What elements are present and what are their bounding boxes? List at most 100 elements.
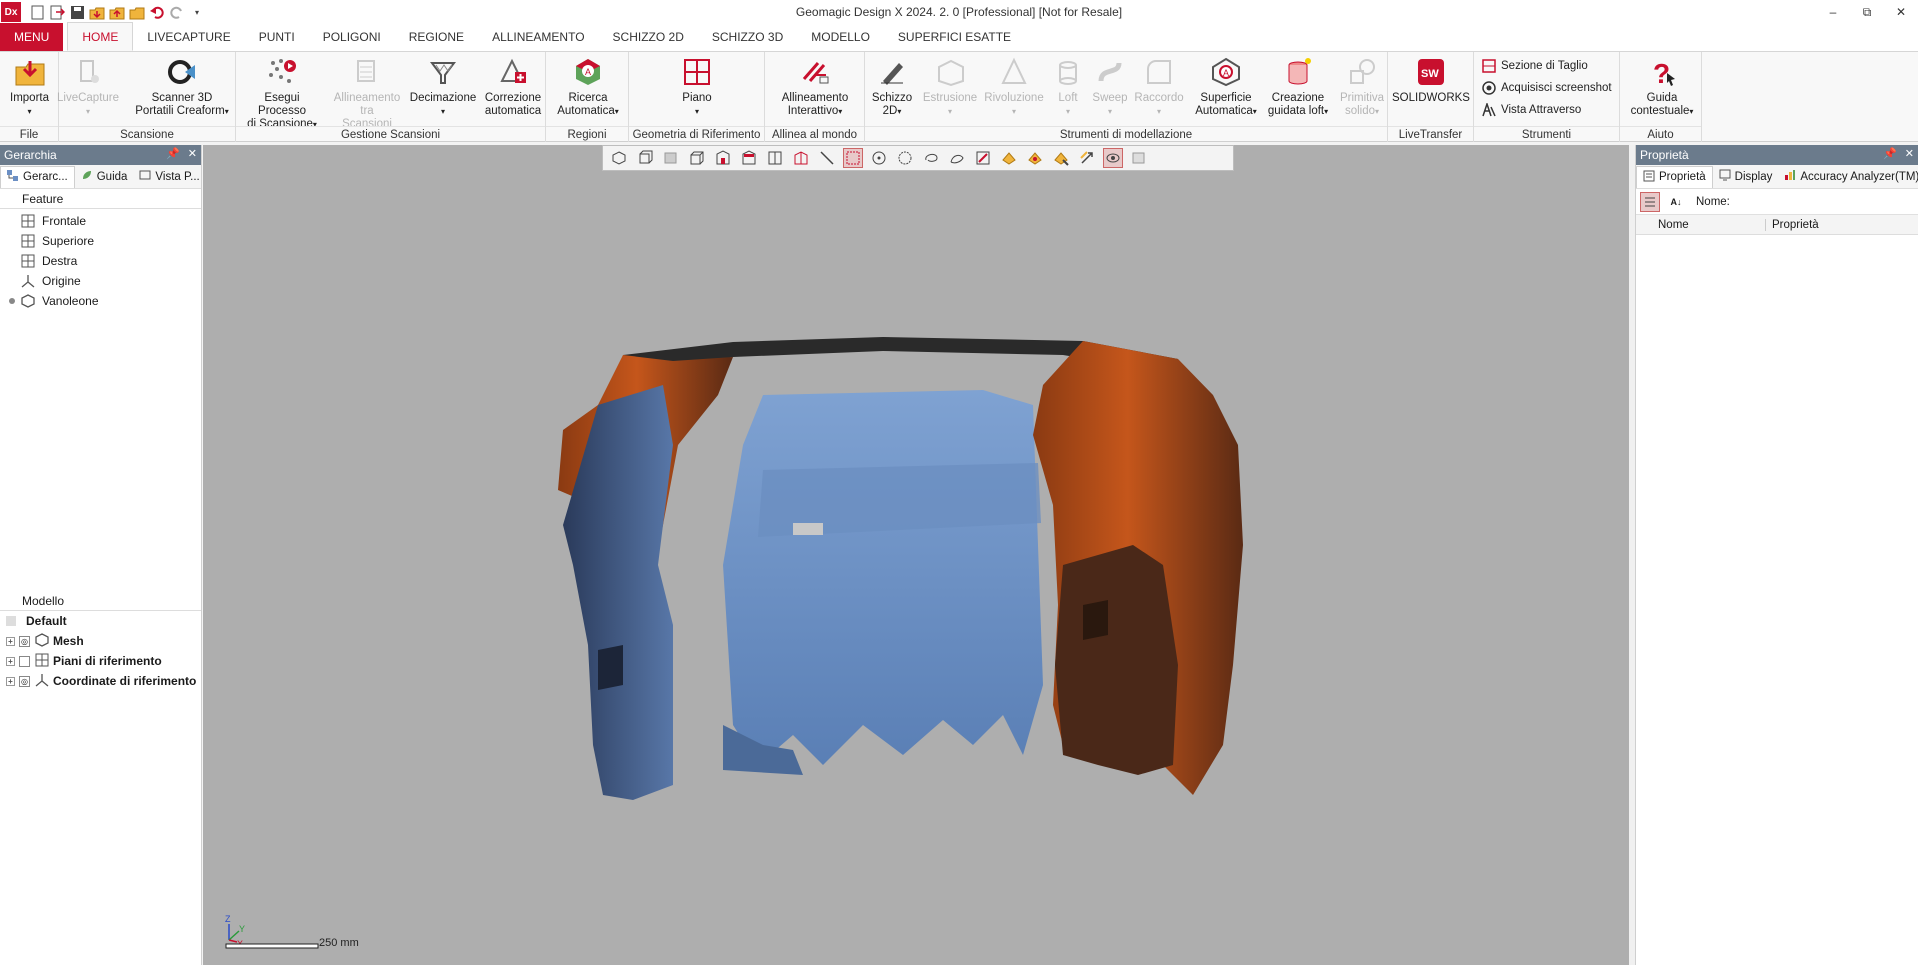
expand-icon[interactable]: + — [6, 636, 15, 646]
import-icon — [14, 56, 46, 88]
undo-icon[interactable] — [149, 4, 165, 20]
decimazione-button[interactable]: Decimazione ▾ — [410, 56, 476, 118]
tab-gerarchia[interactable]: Gerarc... — [0, 165, 75, 188]
tree-item-vanoleone[interactable]: Vanoleone — [4, 291, 201, 311]
rivoluzione-button[interactable]: Rivoluzione ▾ — [983, 56, 1045, 118]
tab-vista-p[interactable]: Vista P... — [133, 166, 205, 188]
esegui-processo-button[interactable]: Esegui Processo di Scansione▾ — [242, 56, 322, 131]
loft-button[interactable]: Loft ▾ — [1051, 56, 1085, 118]
group-label-gestione: Gestione Scansioni — [236, 126, 545, 142]
window-controls: – ⧉ ✕ — [1816, 0, 1918, 24]
tab-guida[interactable]: Guida — [75, 166, 134, 188]
tree-item-superiore[interactable]: Superiore — [20, 231, 201, 251]
expand-icon[interactable]: + — [6, 676, 15, 686]
schizzo-2d-button[interactable]: Schizzo 2D▾ — [869, 56, 915, 118]
vista-attraverso-button[interactable]: Vista Attraverso — [1482, 103, 1581, 117]
mesh-render[interactable] — [203, 145, 1629, 965]
tree-item-frontale[interactable]: Frontale — [20, 211, 201, 231]
open-icon[interactable] — [49, 4, 65, 20]
plane-icon — [681, 56, 713, 88]
hierarchy-tabs: Gerarc... Guida Vista P... — [0, 165, 201, 189]
model-item-coordinate[interactable]: + ◎ Coordinate di riferimento — [0, 671, 201, 691]
plane-icon — [20, 233, 36, 249]
scale-bar-graphic — [225, 943, 319, 949]
raccordo-button[interactable]: Raccordo ▾ — [1133, 56, 1185, 118]
superficie-automatica-button[interactable]: A Superficie Automatica▾ — [1191, 56, 1261, 118]
estrusione-button[interactable]: Estrusione ▾ — [921, 56, 979, 118]
tab-livecapture[interactable]: LIVECAPTURE — [133, 23, 244, 51]
ribbon: Importa ▾ File LiveCapture ▾ Scanner 3D Po… — [0, 52, 1918, 142]
tab-schizzo-3d[interactable]: SCHIZZO 3D — [698, 23, 797, 51]
scan-alignment-icon — [351, 56, 383, 88]
expand-icon[interactable]: + — [6, 656, 15, 666]
group-gestione-scansioni: Esegui Processo di Scansione▾ Allineamen… — [236, 52, 546, 142]
customize-icon[interactable]: ▾ — [189, 4, 205, 20]
name-label: Nome: — [1696, 195, 1730, 208]
group-livetransfer: SW SOLIDWORKS LiveTransfer — [1388, 52, 1474, 142]
guida-contestuale-button[interactable]: ? Guida contestuale▾ — [1626, 56, 1698, 118]
tab-superfici-esatte[interactable]: SUPERFICI ESATTE — [884, 23, 1025, 51]
categorized-view-icon[interactable] — [1640, 191, 1660, 212]
tree-item-origine[interactable]: Origine — [20, 271, 201, 291]
minimize-icon[interactable]: – — [1816, 0, 1850, 24]
tab-punti[interactable]: PUNTI — [245, 23, 309, 51]
acquisisci-screenshot-button[interactable]: Acquisisci screenshot — [1482, 81, 1612, 95]
model-item-piani[interactable]: + Piani di riferimento — [0, 651, 201, 671]
context-help-icon: ? — [1646, 56, 1678, 88]
hierarchy-panel: Gerarchia 📌 ✕ Gerarc... Guida Vista P... … — [0, 145, 202, 965]
restore-icon[interactable]: ⧉ — [1850, 0, 1884, 24]
properties-panel-header: Proprietà 📌 ✕ — [1636, 145, 1918, 165]
primitiva-solido-button[interactable]: Primitiva solido▾ — [1337, 56, 1387, 118]
save-icon[interactable] — [69, 4, 85, 20]
mesh-icon — [35, 632, 49, 650]
close-icon[interactable]: ✕ — [1884, 0, 1918, 24]
import-icon[interactable] — [89, 4, 105, 20]
tab-schizzo-2d[interactable]: SCHIZZO 2D — [599, 23, 698, 51]
importa-button[interactable]: Importa ▾ — [10, 56, 49, 118]
solidworks-icon: SW — [1415, 56, 1447, 88]
tab-allineamento[interactable]: ALLINEAMENTO — [478, 23, 598, 51]
piano-button[interactable]: Piano ▾ — [679, 56, 715, 118]
close-icon[interactable]: ✕ — [188, 147, 197, 160]
tab-accuracy-analyzer[interactable]: Accuracy Analyzer(TM) — [1778, 166, 1918, 188]
model-item-mesh[interactable]: + ◎ Mesh — [0, 631, 201, 651]
auto-surface-icon: A — [1210, 56, 1242, 88]
sort-az-icon[interactable]: A↓ — [1666, 192, 1686, 212]
group-label-strumenti: Strumenti — [1474, 126, 1619, 142]
3d-viewport[interactable]: Z Y X 250 mm — [203, 145, 1629, 965]
tab-menu[interactable]: MENU — [0, 23, 64, 51]
scanner-creaform-button[interactable]: Scanner 3D Portatili Creaform▾ — [129, 56, 235, 118]
visibility-toggle[interactable]: ◎ — [19, 675, 30, 687]
export-icon[interactable] — [109, 4, 125, 20]
tree-icon — [7, 169, 19, 185]
pin-icon[interactable]: 📌 — [1883, 147, 1897, 160]
redo-icon[interactable] — [169, 4, 185, 20]
close-icon[interactable]: ✕ — [1905, 147, 1914, 160]
new-file-icon[interactable] — [29, 4, 45, 20]
tab-proprieta[interactable]: Proprietà — [1636, 165, 1713, 188]
ricerca-automatica-button[interactable]: A Ricerca Automatica▾ — [552, 56, 624, 118]
allineamento-scansioni-button[interactable]: Allineamento tra Scansioni — [334, 56, 400, 131]
visibility-toggle[interactable] — [19, 655, 30, 667]
tab-regione[interactable]: REGIONE — [395, 23, 478, 51]
model-default[interactable]: Default — [0, 611, 201, 631]
tab-poligoni[interactable]: POLIGONI — [309, 23, 395, 51]
group-label-geometria: Geometria di Riferimento — [629, 126, 764, 142]
sweep-button[interactable]: Sweep ▾ — [1089, 56, 1131, 118]
app-logo[interactable]: Dx — [1, 2, 21, 22]
creazione-guidata-loft-button[interactable]: Creazione guidata loft▾ — [1263, 56, 1333, 118]
tree-item-destra[interactable]: Destra — [20, 251, 201, 271]
allineamento-interattivo-button[interactable]: Allineamento Interattivo▾ — [777, 56, 853, 118]
open-folder-icon[interactable] — [129, 4, 145, 20]
group-scansione: LiveCapture ▾ Scanner 3D Portatili Creafo… — [57, 52, 236, 142]
tab-home[interactable]: HOME — [67, 22, 134, 51]
tab-display[interactable]: Display — [1713, 166, 1779, 188]
solidworks-button[interactable]: SW SOLIDWORKS — [1392, 56, 1470, 105]
correzione-automatica-button[interactable]: Correzione automatica — [480, 56, 546, 118]
tab-modello[interactable]: MODELLO — [797, 23, 884, 51]
visibility-toggle[interactable]: ◎ — [19, 635, 30, 647]
group-label-aiuto: Aiuto — [1620, 126, 1701, 142]
livecapture-button[interactable]: LiveCapture ▾ — [57, 56, 119, 118]
sezione-di-taglio-button[interactable]: Sezione di Taglio — [1482, 59, 1588, 73]
pin-icon[interactable]: 📌 — [166, 147, 180, 160]
